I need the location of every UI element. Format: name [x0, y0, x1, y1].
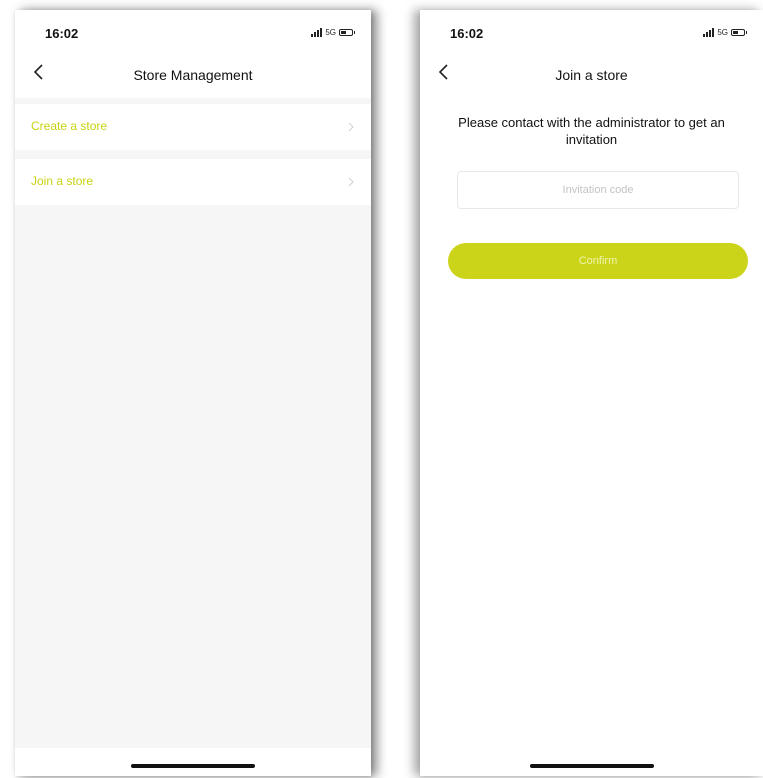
status-bar: 16:02 5G: [15, 10, 371, 50]
store-options-list: Create a store Join a store: [15, 104, 371, 205]
network-label: 5G: [325, 28, 336, 37]
chevron-right-icon: [348, 122, 354, 132]
home-indicator: [131, 764, 255, 768]
status-bar: 16:02 5G: [420, 10, 763, 50]
invitation-instruction: Please contact with the administrator to…: [458, 115, 725, 147]
battery-icon: [339, 29, 355, 36]
join-store-label: Join a store: [31, 174, 94, 188]
page-title: Store Management: [133, 67, 253, 83]
store-management-screen: 16:02 5G Store Management Create a store…: [15, 10, 371, 776]
join-store-screen: 16:02 5G Join a store Please contact wit…: [420, 10, 763, 776]
home-indicator: [529, 764, 654, 768]
status-time: 16:02: [450, 26, 484, 41]
network-label: 5G: [717, 28, 728, 37]
nav-bar: Join a store: [420, 50, 763, 98]
create-store-label: Create a store: [31, 119, 108, 133]
status-icons: 5G: [311, 27, 355, 37]
signal-icon: [311, 27, 323, 37]
nav-bar: Store Management: [15, 50, 371, 98]
create-store-item[interactable]: Create a store: [15, 104, 371, 150]
page-title: Join a store: [555, 67, 628, 83]
bottom-strip: [15, 748, 371, 776]
signal-icon: [703, 27, 715, 37]
status-time: 16:02: [45, 26, 79, 41]
chevron-right-icon: [348, 177, 354, 187]
join-store-item[interactable]: Join a store: [15, 159, 371, 205]
battery-icon: [731, 29, 747, 36]
confirm-button[interactable]: Confirm: [448, 243, 748, 279]
screenshot-canvas: 16:02 5G Store Management Create a store…: [0, 0, 763, 778]
invitation-code-input[interactable]: [457, 171, 739, 209]
status-icons: 5G: [703, 27, 747, 37]
